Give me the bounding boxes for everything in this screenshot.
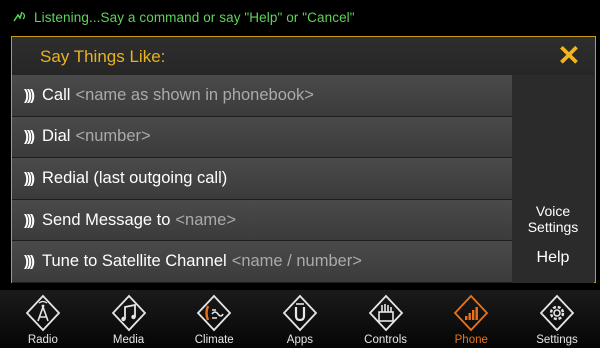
nav-label: Settings — [536, 334, 578, 346]
command-label: Dial — [42, 127, 71, 146]
bottom-nav: Radio Media Climate Apps Controls Phone … — [0, 290, 600, 348]
voice-icon: ))) — [24, 128, 35, 146]
nav-radio[interactable]: Radio — [0, 290, 86, 348]
nav-label: Climate — [194, 334, 234, 346]
panel-title: Say Things Like: — [40, 47, 166, 66]
nav-phone[interactable]: Phone — [428, 290, 514, 348]
voice-icon: ))) — [24, 86, 35, 104]
nav-settings[interactable]: Settings — [514, 290, 600, 348]
list-item[interactable]: ))) Redial (last outgoing call) — [12, 158, 512, 200]
command-hint: <name as shown in phonebook> — [75, 85, 314, 104]
phone-signal-icon — [454, 294, 489, 332]
nav-label: Radio — [27, 334, 58, 346]
voice-settings-line1: Voice — [535, 203, 571, 219]
voice-command-panel: Say Things Like: ✕ ))) Call <name as sho… — [11, 36, 596, 283]
apps-icon — [282, 294, 318, 332]
command-list: ))) Call <name as shown in phonebook> ))… — [12, 75, 512, 283]
help-button[interactable]: Help — [512, 249, 594, 267]
nav-label: Controls — [364, 334, 407, 346]
list-item[interactable]: ))) Tune to Satellite Channel <name / nu… — [12, 241, 512, 283]
voice-icon: ))) — [24, 253, 35, 271]
nav-controls[interactable]: Controls — [343, 290, 429, 348]
nav-label: Media — [112, 334, 145, 346]
voice-settings-line2: Settings — [527, 219, 579, 235]
status-bar: Listening...Say a command or say "Help" … — [0, 0, 600, 34]
list-item[interactable]: ))) Call <name as shown in phonebook> — [12, 75, 512, 117]
command-hint: <number> — [75, 127, 151, 146]
voice-listening-icon — [12, 9, 28, 26]
controls-icon — [368, 294, 403, 332]
command-hint: <name> — [175, 210, 236, 229]
nav-media[interactable]: Media — [86, 290, 172, 348]
voice-settings-button[interactable]: Voice Settings — [512, 203, 594, 235]
list-item[interactable]: ))) Dial <number> — [12, 116, 512, 159]
status-text: Listening...Say a command or say "Help" … — [34, 9, 355, 25]
command-label: Tune to Satellite Channel — [42, 252, 227, 271]
nav-climate[interactable]: Climate — [171, 290, 257, 348]
nav-label: Apps — [286, 334, 314, 346]
voice-icon: ))) — [24, 169, 35, 187]
music-note-icon — [111, 294, 146, 332]
command-label: Redial (last outgoing call) — [42, 168, 228, 187]
command-label: Send Message to — [42, 210, 171, 229]
radio-icon — [25, 294, 61, 332]
gear-icon — [539, 294, 575, 332]
voice-icon: ))) — [24, 211, 35, 229]
command-hint: <name / number> — [231, 252, 362, 271]
panel-header: Say Things Like: ✕ — [12, 37, 594, 75]
command-label: Call — [42, 85, 71, 104]
list-item[interactable]: ))) Send Message to <name> — [12, 199, 512, 242]
nav-label: Phone — [454, 334, 488, 346]
side-actions: Voice Settings Help — [512, 75, 594, 283]
climate-icon — [196, 294, 232, 332]
nav-apps[interactable]: Apps — [257, 290, 343, 348]
close-icon[interactable]: ✕ — [556, 42, 582, 70]
